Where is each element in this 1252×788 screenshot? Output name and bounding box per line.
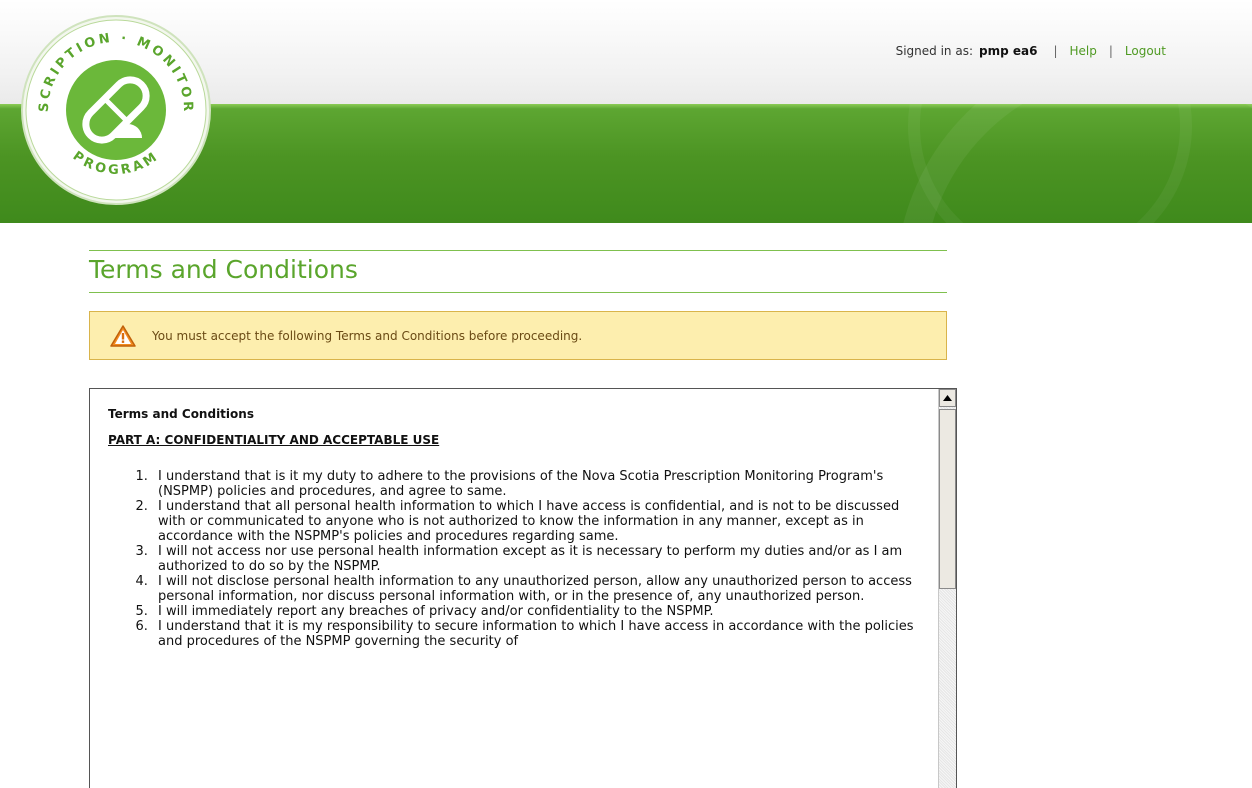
terms-item: I understand that is it my duty to adher…: [152, 469, 928, 499]
terms-item: I will not access nor use personal healt…: [152, 544, 928, 574]
warning-triangle-icon: [110, 324, 136, 347]
username: pmp ea6: [979, 44, 1038, 58]
separator: |: [1053, 44, 1058, 58]
terms-content: Terms and Conditions PART A: CONFIDENTIA…: [108, 407, 928, 649]
warning-message: You must accept the following Terms and …: [152, 328, 583, 343]
page-title: Terms and Conditions: [89, 255, 358, 284]
scroll-up-arrow-icon: [943, 395, 952, 401]
pill-logo-icon[interactable]: PRESCRIPTION · MONITORING PROGRAM: [11, 1, 214, 208]
scroll-thumb[interactable]: [939, 409, 956, 589]
vertical-scrollbar[interactable]: [938, 389, 956, 788]
terms-part-a-title: PART A: CONFIDENTIALITY AND ACCEPTABLE U…: [108, 433, 440, 447]
warning-banner: You must accept the following Terms and …: [89, 311, 947, 360]
terms-item: I understand that it is my responsibilit…: [152, 619, 928, 649]
band-decoration-2: [908, 104, 1192, 223]
user-bar: Signed in as: pmp ea6 | Help | Logout: [896, 44, 1166, 58]
terms-item: I understand that all personal health in…: [152, 499, 928, 544]
terms-scroll-area[interactable]: Terms and Conditions PART A: CONFIDENTIA…: [89, 388, 957, 788]
signed-in-label: Signed in as:: [895, 44, 973, 58]
scroll-up-button[interactable]: [939, 389, 956, 407]
title-section: Terms and Conditions: [89, 250, 947, 293]
help-link[interactable]: Help: [1070, 44, 1097, 58]
terms-list: I understand that is it my duty to adher…: [108, 469, 928, 649]
terms-item: I will not disclose personal health info…: [152, 574, 928, 604]
terms-heading: Terms and Conditions: [108, 407, 254, 421]
logout-link[interactable]: Logout: [1125, 44, 1166, 58]
separator: |: [1108, 44, 1113, 58]
terms-item: I will immediately report any breaches o…: [152, 604, 928, 619]
